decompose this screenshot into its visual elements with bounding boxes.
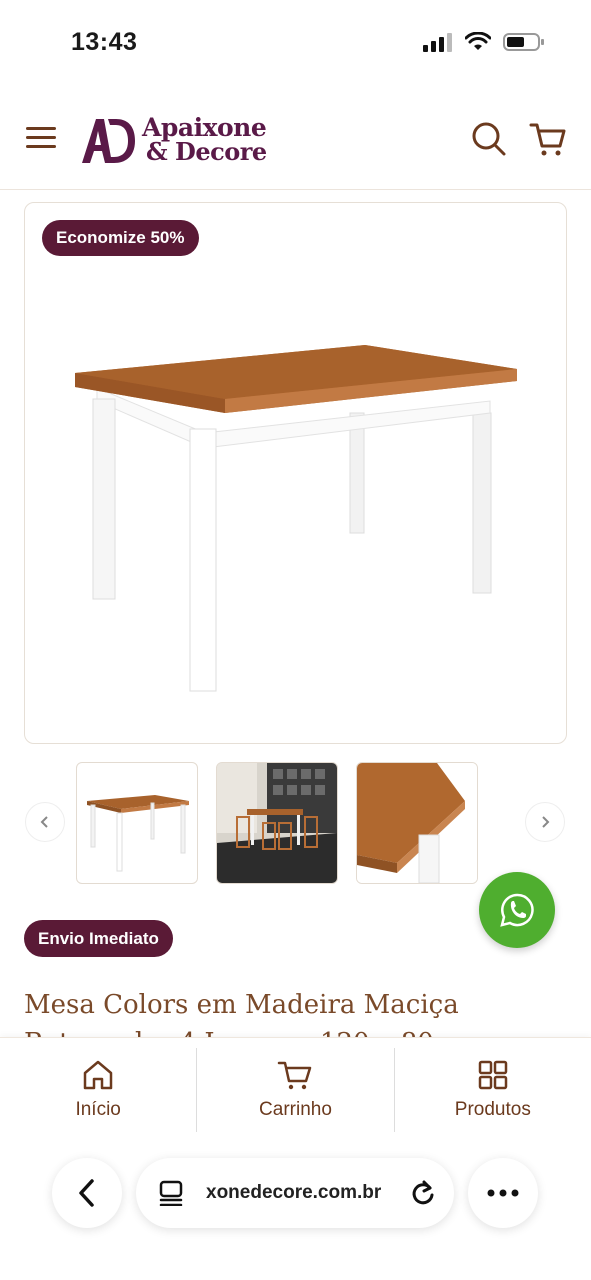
status-icons bbox=[423, 32, 545, 52]
product-title: Mesa Colors em Madeira Maciça Retangular… bbox=[24, 990, 459, 1038]
whatsapp-button[interactable] bbox=[479, 872, 555, 948]
battery-icon bbox=[503, 33, 544, 51]
url-text: xonedecore.com.br bbox=[206, 1182, 382, 1203]
menu-button[interactable] bbox=[24, 122, 60, 152]
logo-text: Apaixone & Decore bbox=[142, 115, 267, 166]
thumbnail-dining-room-image bbox=[217, 763, 337, 883]
bottom-nav: Início Carrinho Produtos bbox=[0, 1037, 591, 1142]
thumbnail-3[interactable] bbox=[356, 762, 478, 884]
chevron-left-icon bbox=[40, 816, 48, 828]
thumbnail-1[interactable] bbox=[76, 762, 198, 884]
wifi-icon bbox=[465, 32, 491, 50]
logo-mark-icon bbox=[82, 119, 135, 163]
chevron-right-icon bbox=[542, 816, 550, 828]
discount-badge: Economize 50% bbox=[42, 220, 199, 256]
page-info-icon bbox=[159, 1180, 183, 1206]
reload-icon bbox=[412, 1180, 434, 1205]
thumbnail-tabletop-detail-image bbox=[357, 763, 477, 883]
more-dots-icon bbox=[487, 1189, 519, 1197]
nav-label-inicio: Início bbox=[75, 1099, 121, 1120]
shipping-badge: Envio Imediato bbox=[24, 920, 173, 957]
thumbnail-table-image bbox=[87, 795, 189, 872]
product-main-image bbox=[75, 345, 517, 692]
status-time: 13:43 bbox=[71, 28, 138, 56]
thumbnail-2[interactable] bbox=[216, 762, 338, 884]
grid-icon bbox=[478, 1060, 508, 1090]
browser-toolbar: xonedecore.com.br bbox=[0, 1142, 591, 1280]
product-image-card[interactable]: Economize 50% bbox=[24, 202, 567, 744]
nav-label-produtos: Produtos bbox=[454, 1099, 531, 1120]
chevron-left-icon bbox=[79, 1179, 94, 1207]
nav-item-produtos[interactable]: Produtos bbox=[395, 1048, 591, 1132]
thumbnail-carousel bbox=[0, 762, 591, 886]
site-header: Apaixone & Decore bbox=[0, 90, 591, 190]
cart-button[interactable] bbox=[528, 120, 568, 158]
nav-item-inicio[interactable]: Início bbox=[0, 1048, 198, 1132]
search-button[interactable] bbox=[470, 120, 508, 158]
carousel-prev-button[interactable] bbox=[25, 802, 65, 842]
site-logo[interactable]: Apaixone & Decore bbox=[80, 112, 267, 168]
browser-back-button[interactable] bbox=[52, 1158, 122, 1228]
carousel-next-button[interactable] bbox=[525, 802, 565, 842]
nav-item-carrinho[interactable]: Carrinho bbox=[197, 1048, 395, 1132]
hamburger-menu-icon bbox=[26, 127, 56, 148]
cart-icon bbox=[529, 123, 566, 156]
reload-button[interactable] bbox=[408, 1178, 438, 1208]
home-icon bbox=[83, 1060, 113, 1090]
nav-label-carrinho: Carrinho bbox=[259, 1099, 332, 1120]
address-bar[interactable]: xonedecore.com.br bbox=[136, 1158, 454, 1228]
search-icon bbox=[472, 122, 506, 156]
more-options-button[interactable] bbox=[468, 1158, 538, 1228]
logo-line2: & Decore bbox=[146, 137, 267, 166]
cellular-signal-icon bbox=[423, 33, 452, 52]
cart-icon bbox=[278, 1061, 312, 1090]
whatsapp-icon bbox=[500, 893, 534, 927]
status-bar: 13:43 bbox=[0, 0, 591, 90]
